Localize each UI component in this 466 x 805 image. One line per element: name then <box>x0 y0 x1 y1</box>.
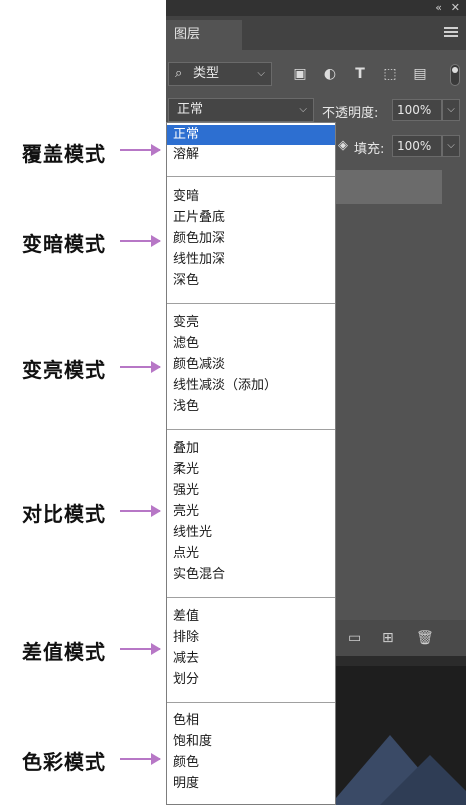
type-layer-filter-icon[interactable]: T <box>352 66 368 82</box>
blend-row: 正常 ⌵ 不透明度: 100% ⌵ <box>166 96 466 124</box>
chevron-down-icon: ⌵ <box>257 68 265 79</box>
opacity-input[interactable]: 100% <box>392 99 442 121</box>
opacity-label: 不透明度: <box>322 106 379 121</box>
blend-option[interactable]: 深色 <box>167 271 335 291</box>
annotation-area: 覆盖模式 变暗模式 变亮模式 对比模式 差值模式 色彩模式 <box>0 0 166 805</box>
chevron-down-icon: ⌵ <box>299 104 307 115</box>
blend-mode-dropdown: 正常 溶解 变暗 正片叠底 颜色加深 线性加深 深色 变亮 滤色 颜色减淡 线性… <box>166 122 336 805</box>
fill-label: 填充: <box>354 142 385 157</box>
annotation-contrast-mode: 对比模式 <box>22 502 106 526</box>
blend-mode-select[interactable]: 正常 ⌵ <box>168 98 314 122</box>
new-group-icon[interactable]: ▭ <box>348 630 361 646</box>
filter-kind-select[interactable]: ⌕ 类型 ⌵ <box>168 62 272 86</box>
blend-option[interactable]: 正常 <box>167 125 335 145</box>
blend-option[interactable]: 颜色加深 <box>167 229 335 249</box>
blend-option[interactable]: 变亮 <box>167 313 335 333</box>
fill-input[interactable]: 100% <box>392 135 442 157</box>
panel-tab-row: 图层 <box>166 16 466 50</box>
annotation-arrow <box>120 361 161 373</box>
blend-option[interactable]: 亮光 <box>167 502 335 522</box>
blend-mode-value: 正常 <box>177 102 204 117</box>
annotation-lighten-mode: 变亮模式 <box>22 358 106 382</box>
blend-option[interactable]: 线性加深 <box>167 250 335 270</box>
blend-option[interactable]: 颜色减淡 <box>167 355 335 375</box>
blend-option[interactable]: 减去 <box>167 649 335 669</box>
blend-option[interactable]: 叠加 <box>167 439 335 459</box>
blend-option[interactable]: 饱和度 <box>167 732 335 752</box>
adjustment-layer-filter-icon[interactable]: ◐ <box>322 66 338 82</box>
annotation-arrow <box>120 235 161 247</box>
blend-option[interactable]: 明度 <box>167 774 335 794</box>
opacity-dropdown-icon[interactable]: ⌵ <box>442 99 460 121</box>
blend-option[interactable]: 线性光 <box>167 523 335 543</box>
blend-option[interactable]: 强光 <box>167 481 335 501</box>
annotation-arrow <box>120 753 161 765</box>
annotation-arrow <box>120 643 161 655</box>
blend-option[interactable]: 划分 <box>167 670 335 690</box>
canvas-shape <box>380 755 466 805</box>
blend-option[interactable]: 点光 <box>167 544 335 564</box>
blend-option[interactable]: 溶解 <box>167 145 335 165</box>
filter-kind-label: 类型 <box>193 66 220 81</box>
blend-option[interactable]: 变暗 <box>167 187 335 207</box>
annotation-arrow <box>120 144 161 156</box>
delete-layer-icon[interactable]: 🗑 <box>416 630 434 646</box>
blend-option[interactable]: 颜色 <box>167 753 335 773</box>
layer-filter-row: ⌕ 类型 ⌵ ▣ ◐ T ⬚ ▤ <box>166 58 466 88</box>
smart-object-filter-icon[interactable]: ▤ <box>412 66 428 82</box>
lock-icon[interactable]: ◈ <box>338 138 348 153</box>
panel-menu-icon[interactable] <box>444 27 458 37</box>
divider <box>167 303 335 304</box>
annotation-difference-mode: 差值模式 <box>22 640 106 664</box>
divider <box>167 597 335 598</box>
pixel-layer-filter-icon[interactable]: ▣ <box>292 66 308 82</box>
annotation-darken-mode: 变暗模式 <box>22 232 106 256</box>
divider <box>167 702 335 703</box>
canvas-preview <box>330 666 466 805</box>
collapse-icon[interactable]: « <box>435 1 442 14</box>
blend-option[interactable]: 差值 <box>167 607 335 627</box>
search-icon: ⌕ <box>175 66 183 81</box>
blend-option[interactable]: 正片叠底 <box>167 208 335 228</box>
divider <box>167 429 335 430</box>
blend-option[interactable]: 排除 <box>167 628 335 648</box>
blend-option[interactable]: 滤色 <box>167 334 335 354</box>
blend-option[interactable]: 实色混合 <box>167 565 335 585</box>
panel-title-strip: « ✕ <box>166 0 466 16</box>
blend-option[interactable]: 色相 <box>167 711 335 731</box>
annotation-arrow <box>120 505 161 517</box>
annotation-cover-mode: 覆盖模式 <box>22 142 106 166</box>
annotation-color-mode: 色彩模式 <box>22 750 106 774</box>
filter-toggle-switch[interactable] <box>450 64 460 86</box>
close-icon[interactable]: ✕ <box>451 1 460 14</box>
divider <box>167 176 335 177</box>
fill-dropdown-icon[interactable]: ⌵ <box>442 135 460 157</box>
blend-option[interactable]: 浅色 <box>167 397 335 417</box>
blend-option[interactable]: 线性减淡（添加） <box>167 376 335 396</box>
shape-layer-filter-icon[interactable]: ⬚ <box>382 66 398 82</box>
blend-option[interactable]: 柔光 <box>167 460 335 480</box>
tab-layers[interactable]: 图层 <box>166 20 242 50</box>
new-layer-icon[interactable]: ⊞ <box>382 630 394 646</box>
